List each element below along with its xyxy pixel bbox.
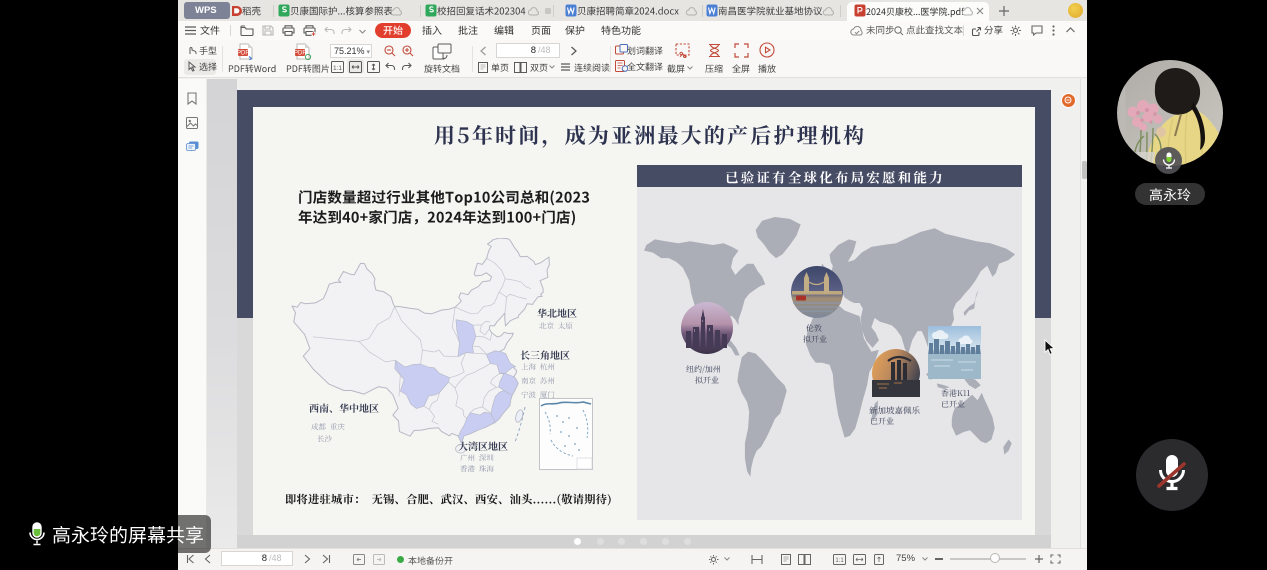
svg-text:1:1: 1:1 [835, 558, 844, 564]
svg-text:PDF: PDF [295, 51, 306, 57]
svg-text:1:1: 1:1 [333, 65, 342, 72]
svg-text:PDF: PDF [238, 51, 249, 57]
